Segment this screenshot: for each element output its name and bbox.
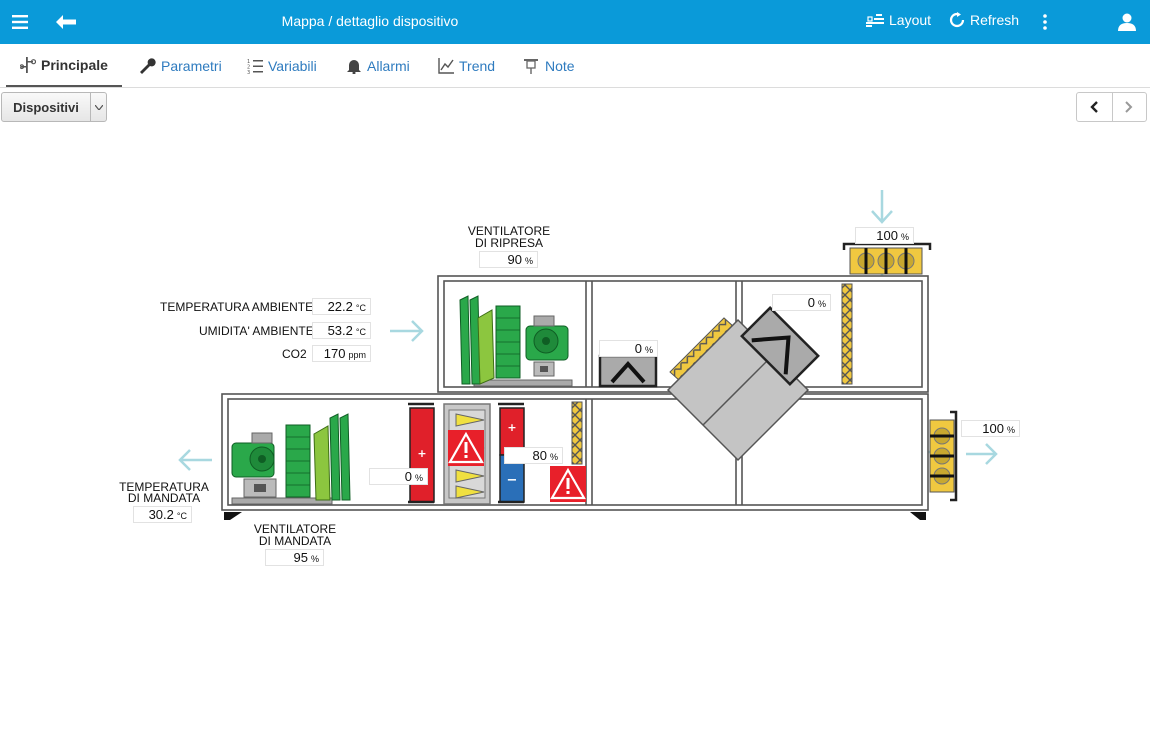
value-damper-right: 100% bbox=[961, 420, 1020, 437]
value-bypass-damper-1: 0% bbox=[599, 340, 658, 357]
casing-foot-left bbox=[224, 512, 242, 520]
value-co2: 170 ppm bbox=[312, 345, 371, 362]
value-umidita-ambiente: 53.2 °C bbox=[312, 322, 371, 339]
svg-text:−: − bbox=[507, 473, 518, 488]
exhaust-damper bbox=[929, 410, 958, 502]
value-damper-top: 100% bbox=[855, 227, 914, 244]
ahu-diagram: + + − bbox=[178, 190, 998, 520]
value-temp-mandata: 30.2 °C bbox=[133, 506, 192, 523]
filter-strip bbox=[841, 283, 853, 385]
label-co2: CO2 bbox=[282, 347, 307, 361]
label-temp-mandata-2: DI MANDATA bbox=[127, 491, 201, 505]
alarm-warning-icon[interactable] bbox=[448, 430, 484, 466]
label-temp-ambiente: TEMPERATURA AMBIENTE bbox=[160, 300, 314, 314]
svg-text:+: + bbox=[417, 447, 426, 460]
casing-foot-right bbox=[910, 512, 926, 520]
label-vent-mandata-2: DI MANDATA bbox=[258, 534, 332, 548]
value-bypass-damper-2: 0% bbox=[772, 294, 831, 311]
value-vent-ripresa: 90% bbox=[479, 251, 538, 268]
label-umidita-ambiente: UMIDITA' AMBIENTE bbox=[199, 324, 314, 338]
outdoor-air-damper bbox=[842, 242, 932, 275]
heating-coil: + bbox=[408, 402, 435, 504]
filter-strip bbox=[571, 401, 583, 465]
alarm-warning-icon[interactable] bbox=[550, 466, 586, 502]
value-cooling-coil: 80% bbox=[504, 447, 563, 464]
value-temp-ambiente: 22.2 °C bbox=[312, 298, 371, 315]
label-vent-ripresa-2: DI RIPRESA bbox=[474, 236, 543, 250]
value-heating-coil: 0% bbox=[369, 468, 428, 485]
value-vent-mandata: 95% bbox=[265, 549, 324, 566]
svg-text:+: + bbox=[507, 421, 516, 434]
bypass-damper bbox=[598, 354, 658, 388]
